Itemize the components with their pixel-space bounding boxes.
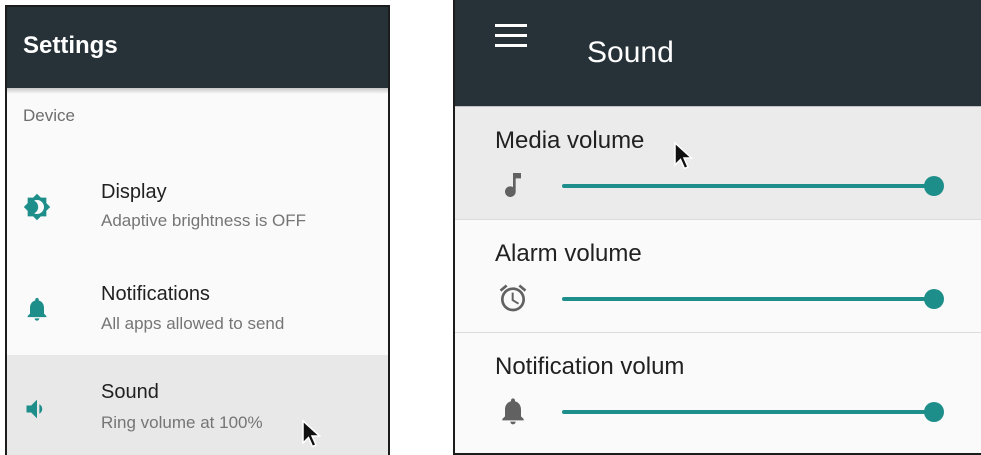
settings-item-title: Notifications — [101, 283, 210, 305]
sound-panel: Sound Media volume Alarm volume Notifica… — [453, 0, 981, 455]
page-title: Settings — [23, 32, 118, 59]
settings-item-sound[interactable]: Sound Ring volume at 100% — [7, 355, 388, 455]
settings-item-subtitle: Adaptive brightness is OFF — [101, 211, 307, 230]
alarm-volume-row: Alarm volume — [455, 220, 981, 333]
bell-icon — [497, 395, 529, 427]
settings-item-subtitle: Ring volume at 100% — [101, 413, 263, 432]
settings-item-title: Display — [101, 181, 167, 203]
hamburger-menu-icon[interactable] — [495, 22, 527, 50]
slider-thumb[interactable] — [924, 402, 944, 422]
toolbar-shadow — [7, 88, 388, 94]
mouse-cursor-icon — [673, 141, 695, 171]
media-volume-slider[interactable] — [562, 176, 944, 196]
slider-thumb[interactable] — [924, 176, 944, 196]
bell-icon — [23, 295, 51, 323]
music-note-icon — [497, 169, 529, 201]
brightness-icon — [23, 193, 51, 221]
settings-panel: Settings Device Display Adaptive brightn… — [5, 5, 390, 455]
media-volume-row: Media volume — [455, 107, 981, 220]
alarm-volume-slider[interactable] — [562, 289, 944, 309]
settings-item-subtitle: All apps allowed to send — [101, 314, 285, 333]
settings-item-title: Sound — [101, 381, 159, 403]
volume-label: Media volume — [495, 127, 645, 154]
page-title: Sound — [587, 36, 674, 69]
settings-toolbar: Settings — [7, 7, 388, 88]
slider-thumb[interactable] — [924, 289, 944, 309]
settings-item-notifications[interactable]: Notifications All apps allowed to send — [7, 259, 388, 359]
settings-item-display[interactable]: Display Adaptive brightness is OFF — [7, 159, 388, 259]
sound-toolbar: Sound — [455, 0, 981, 106]
category-header: Device — [23, 106, 75, 125]
volume-label: Notification volum — [495, 353, 685, 380]
speaker-icon — [23, 395, 51, 423]
volume-label: Alarm volume — [495, 240, 642, 267]
notification-volume-row: Notification volum — [455, 333, 981, 445]
mouse-cursor-icon — [301, 419, 323, 449]
alarm-clock-icon — [497, 282, 529, 314]
notification-volume-slider[interactable] — [562, 402, 944, 422]
